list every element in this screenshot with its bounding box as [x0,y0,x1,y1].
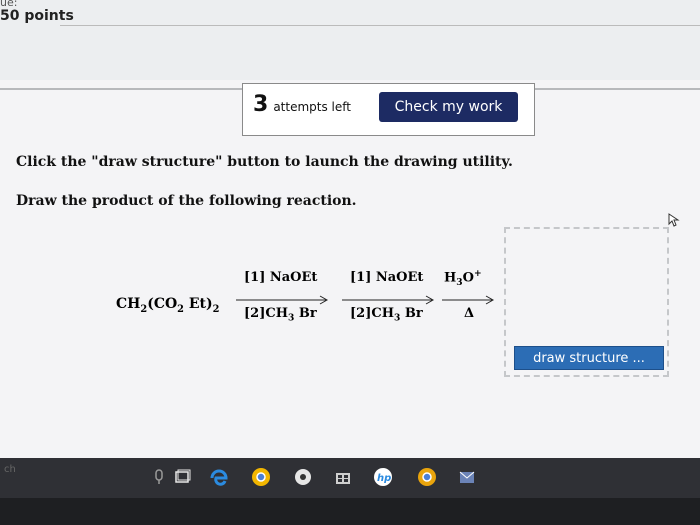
question-header: ue: 50 points [0,0,700,80]
reaction-scheme: CH2(CO2 Et)2 [1] NaOEt [2]CH3 Br [1] NaO… [110,268,510,340]
reactant-formula: CH2(CO2 Et)2 [116,296,220,315]
laptop-bezel [0,498,700,525]
instruction-draw-utility: Click the "draw structure" button to lau… [16,154,513,170]
instruction-draw-product: Draw the product of the following reacti… [16,193,357,209]
attempts-label: attempts left [273,100,351,114]
task-view-icon[interactable] [172,466,194,488]
media-icon[interactable] [292,466,314,488]
step3-reagent-bottom: Δ [464,306,475,321]
microphone-icon[interactable] [148,466,170,488]
step1-reagent-top: [1] NaOEt [244,270,318,285]
attempts-count: 3 [253,92,269,117]
drawing-area[interactable]: draw structure ... [504,227,669,377]
step1-reagent-bottom: [2]CH3 Br [244,306,317,324]
chrome-alt-icon[interactable] [416,466,438,488]
draw-structure-button[interactable]: draw structure ... [514,346,664,370]
hp-icon[interactable]: hp [372,466,394,488]
mouse-cursor-icon [668,213,680,227]
step2-reagent-bottom: [2]CH3 Br [350,306,423,324]
attempts-counter: 3 attempts left [253,92,351,117]
reaction-arrow-1 [236,295,329,305]
svg-text:hp: hp [377,473,391,484]
chrome-icon[interactable] [250,466,272,488]
step2-reagent-top: [1] NaOEt [350,270,424,285]
windows-taskbar: ch hp [0,458,700,498]
reaction-step-1: [1] NaOEt [2]CH3 Br [236,270,354,330]
reaction-step-3: H3O+ Δ [442,266,504,326]
mail-icon[interactable] [456,466,478,488]
reaction-arrow-2 [342,295,435,305]
header-divider [60,25,700,26]
reaction-arrow-3 [442,295,495,305]
check-my-work-button[interactable]: Check my work [379,92,518,122]
points-label: 50 points [0,8,74,24]
step3-reagent-top: H3O+ [444,268,482,288]
attempts-panel: 3 attempts left Check my work [242,83,535,136]
taskbar-search[interactable]: ch [0,464,64,492]
edge-icon[interactable] [208,466,230,488]
store-icon[interactable] [332,466,354,488]
browser-screen: ue: 50 points 3 attempts left Check my w… [0,0,700,458]
